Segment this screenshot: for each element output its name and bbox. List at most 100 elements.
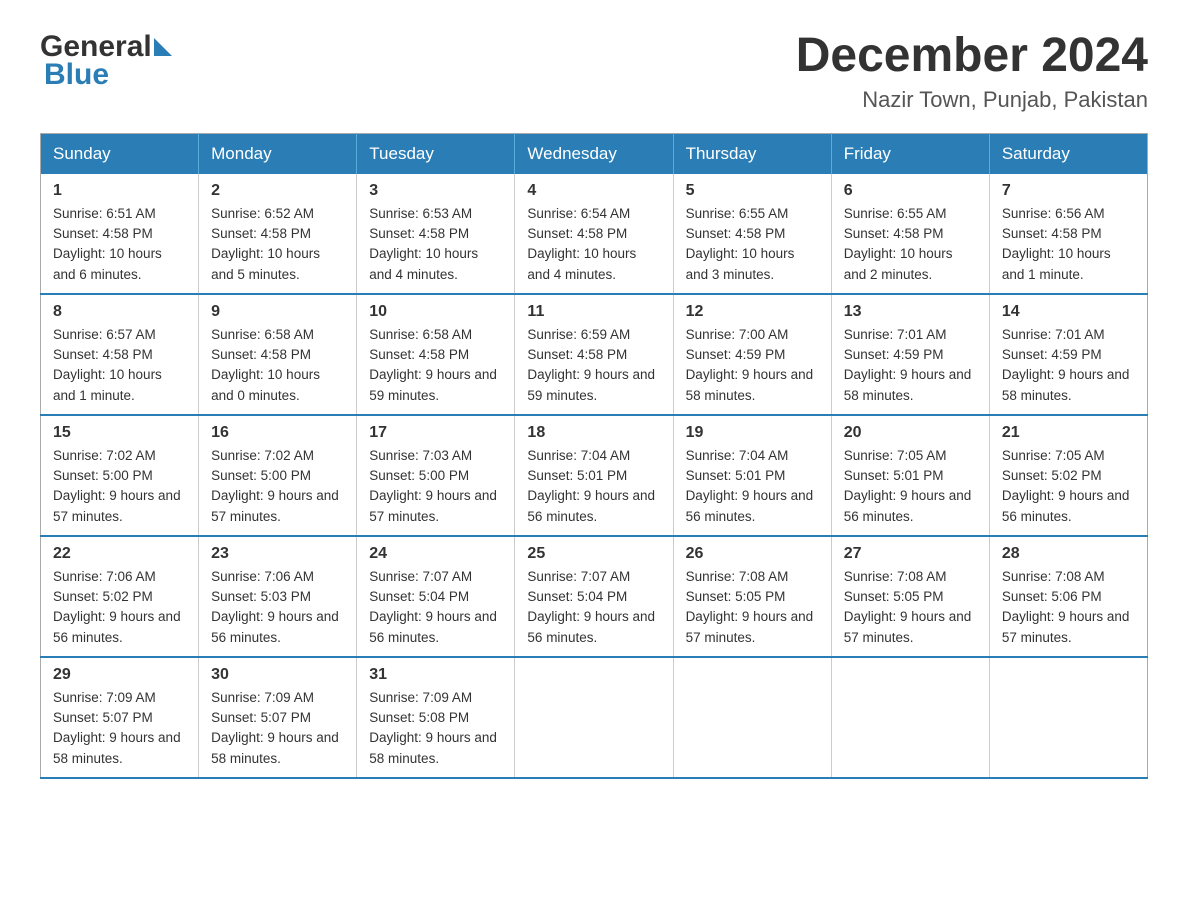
triangle-icon — [154, 38, 172, 56]
calendar-cell: 7 Sunrise: 6:56 AMSunset: 4:58 PMDaylight… — [989, 174, 1147, 294]
calendar-cell: 18 Sunrise: 7:04 AMSunset: 5:01 PMDayligh… — [515, 415, 673, 536]
day-number: 10 — [369, 303, 502, 321]
day-number: 16 — [211, 424, 344, 442]
day-number: 2 — [211, 182, 344, 200]
calendar-cell: 13 Sunrise: 7:01 AMSunset: 4:59 PMDayligh… — [831, 294, 989, 415]
day-info: Sunrise: 6:53 AMSunset: 4:58 PMDaylight:… — [369, 204, 502, 285]
day-number: 5 — [686, 182, 819, 200]
day-info: Sunrise: 7:04 AMSunset: 5:01 PMDaylight:… — [686, 446, 819, 527]
weekday-header-saturday: Saturday — [989, 133, 1147, 174]
weekday-header-sunday: Sunday — [41, 133, 199, 174]
day-info: Sunrise: 6:56 AMSunset: 4:58 PMDaylight:… — [1002, 204, 1135, 285]
day-number: 29 — [53, 666, 186, 684]
day-info: Sunrise: 7:01 AMSunset: 4:59 PMDaylight:… — [844, 325, 977, 406]
day-info: Sunrise: 7:08 AMSunset: 5:05 PMDaylight:… — [844, 567, 977, 648]
day-number: 19 — [686, 424, 819, 442]
day-info: Sunrise: 7:06 AMSunset: 5:03 PMDaylight:… — [211, 567, 344, 648]
calendar-table: SundayMondayTuesdayWednesdayThursdayFrid… — [40, 133, 1148, 779]
calendar-cell: 6 Sunrise: 6:55 AMSunset: 4:58 PMDaylight… — [831, 174, 989, 294]
calendar-cell: 2 Sunrise: 6:52 AMSunset: 4:58 PMDaylight… — [199, 174, 357, 294]
weekday-header-tuesday: Tuesday — [357, 133, 515, 174]
calendar-cell: 17Sunrise: 7:03 AMSunset: 5:00 PMDayligh… — [357, 415, 515, 536]
calendar-cell: 29 Sunrise: 7:09 AMSunset: 5:07 PMDayligh… — [41, 657, 199, 778]
day-info: Sunrise: 7:09 AMSunset: 5:08 PMDaylight:… — [369, 688, 502, 769]
day-info: Sunrise: 7:07 AMSunset: 5:04 PMDaylight:… — [369, 567, 502, 648]
day-info: Sunrise: 7:01 AMSunset: 4:59 PMDaylight:… — [1002, 325, 1135, 406]
calendar-cell: 1 Sunrise: 6:51 AMSunset: 4:58 PMDaylight… — [41, 174, 199, 294]
day-number: 6 — [844, 182, 977, 200]
day-info: Sunrise: 7:04 AMSunset: 5:01 PMDaylight:… — [527, 446, 660, 527]
day-number: 8 — [53, 303, 186, 321]
calendar-cell — [673, 657, 831, 778]
weekday-header-row: SundayMondayTuesdayWednesdayThursdayFrid… — [41, 133, 1148, 174]
calendar-cell: 30Sunrise: 7:09 AMSunset: 5:07 PMDayligh… — [199, 657, 357, 778]
weekday-header-friday: Friday — [831, 133, 989, 174]
day-number: 30 — [211, 666, 344, 684]
day-info: Sunrise: 7:08 AMSunset: 5:06 PMDaylight:… — [1002, 567, 1135, 648]
day-info: Sunrise: 7:02 AMSunset: 5:00 PMDaylight:… — [211, 446, 344, 527]
week-row-2: 8 Sunrise: 6:57 AMSunset: 4:58 PMDaylight… — [41, 294, 1148, 415]
day-info: Sunrise: 6:55 AMSunset: 4:58 PMDaylight:… — [686, 204, 819, 285]
day-number: 18 — [527, 424, 660, 442]
day-info: Sunrise: 7:08 AMSunset: 5:05 PMDaylight:… — [686, 567, 819, 648]
calendar-cell: 14 Sunrise: 7:01 AMSunset: 4:59 PMDayligh… — [989, 294, 1147, 415]
week-row-4: 22 Sunrise: 7:06 AMSunset: 5:02 PMDayligh… — [41, 536, 1148, 657]
day-number: 20 — [844, 424, 977, 442]
calendar-cell: 4Sunrise: 6:54 AMSunset: 4:58 PMDaylight… — [515, 174, 673, 294]
calendar-cell: 22 Sunrise: 7:06 AMSunset: 5:02 PMDayligh… — [41, 536, 199, 657]
calendar-cell: 11Sunrise: 6:59 AMSunset: 4:58 PMDayligh… — [515, 294, 673, 415]
day-info: Sunrise: 7:00 AMSunset: 4:59 PMDaylight:… — [686, 325, 819, 406]
day-number: 13 — [844, 303, 977, 321]
day-number: 9 — [211, 303, 344, 321]
day-info: Sunrise: 6:58 AMSunset: 4:58 PMDaylight:… — [369, 325, 502, 406]
day-info: Sunrise: 7:07 AMSunset: 5:04 PMDaylight:… — [527, 567, 660, 648]
weekday-header-thursday: Thursday — [673, 133, 831, 174]
calendar-cell: 3 Sunrise: 6:53 AMSunset: 4:58 PMDaylight… — [357, 174, 515, 294]
day-info: Sunrise: 6:57 AMSunset: 4:58 PMDaylight:… — [53, 325, 186, 406]
day-number: 23 — [211, 545, 344, 563]
calendar-cell: 24Sunrise: 7:07 AMSunset: 5:04 PMDayligh… — [357, 536, 515, 657]
week-row-3: 15 Sunrise: 7:02 AMSunset: 5:00 PMDayligh… — [41, 415, 1148, 536]
day-number: 15 — [53, 424, 186, 442]
day-info: Sunrise: 7:05 AMSunset: 5:01 PMDaylight:… — [844, 446, 977, 527]
day-info: Sunrise: 6:58 AMSunset: 4:58 PMDaylight:… — [211, 325, 344, 406]
calendar-cell: 25 Sunrise: 7:07 AMSunset: 5:04 PMDayligh… — [515, 536, 673, 657]
day-number: 1 — [53, 182, 186, 200]
day-number: 11 — [527, 303, 660, 321]
day-number: 25 — [527, 545, 660, 563]
day-number: 26 — [686, 545, 819, 563]
day-number: 3 — [369, 182, 502, 200]
day-number: 21 — [1002, 424, 1135, 442]
calendar-cell: 20 Sunrise: 7:05 AMSunset: 5:01 PMDayligh… — [831, 415, 989, 536]
day-info: Sunrise: 7:09 AMSunset: 5:07 PMDaylight:… — [53, 688, 186, 769]
weekday-header-monday: Monday — [199, 133, 357, 174]
calendar-cell: 26 Sunrise: 7:08 AMSunset: 5:05 PMDayligh… — [673, 536, 831, 657]
calendar-cell: 28 Sunrise: 7:08 AMSunset: 5:06 PMDayligh… — [989, 536, 1147, 657]
calendar-cell: 19 Sunrise: 7:04 AMSunset: 5:01 PMDayligh… — [673, 415, 831, 536]
calendar-cell — [515, 657, 673, 778]
calendar-cell: 23 Sunrise: 7:06 AMSunset: 5:03 PMDayligh… — [199, 536, 357, 657]
location-text: Nazir Town, Punjab, Pakistan — [796, 87, 1148, 113]
calendar-cell — [831, 657, 989, 778]
day-number: 7 — [1002, 182, 1135, 200]
day-number: 12 — [686, 303, 819, 321]
day-info: Sunrise: 7:06 AMSunset: 5:02 PMDaylight:… — [53, 567, 186, 648]
calendar-cell: 12 Sunrise: 7:00 AMSunset: 4:59 PMDayligh… — [673, 294, 831, 415]
day-info: Sunrise: 6:52 AMSunset: 4:58 PMDaylight:… — [211, 204, 344, 285]
day-info: Sunrise: 6:54 AMSunset: 4:58 PMDaylight:… — [527, 204, 660, 285]
day-number: 22 — [53, 545, 186, 563]
day-number: 28 — [1002, 545, 1135, 563]
day-number: 14 — [1002, 303, 1135, 321]
calendar-cell: 10 Sunrise: 6:58 AMSunset: 4:58 PMDayligh… — [357, 294, 515, 415]
day-info: Sunrise: 7:03 AMSunset: 5:00 PMDaylight:… — [369, 446, 502, 527]
day-info: Sunrise: 6:55 AMSunset: 4:58 PMDaylight:… — [844, 204, 977, 285]
week-row-5: 29 Sunrise: 7:09 AMSunset: 5:07 PMDayligh… — [41, 657, 1148, 778]
day-info: Sunrise: 6:51 AMSunset: 4:58 PMDaylight:… — [53, 204, 186, 285]
calendar-cell: 27Sunrise: 7:08 AMSunset: 5:05 PMDayligh… — [831, 536, 989, 657]
calendar-cell: 15Sunrise: 7:02 AMSunset: 5:00 PMDayligh… — [41, 415, 199, 536]
month-title: December 2024 — [796, 30, 1148, 83]
logo: General Blue — [40, 30, 172, 92]
logo-blue-text: Blue — [44, 58, 109, 92]
page-header: General Blue December 2024 Nazir Town, P… — [40, 30, 1148, 113]
calendar-cell: 9 Sunrise: 6:58 AMSunset: 4:58 PMDaylight… — [199, 294, 357, 415]
